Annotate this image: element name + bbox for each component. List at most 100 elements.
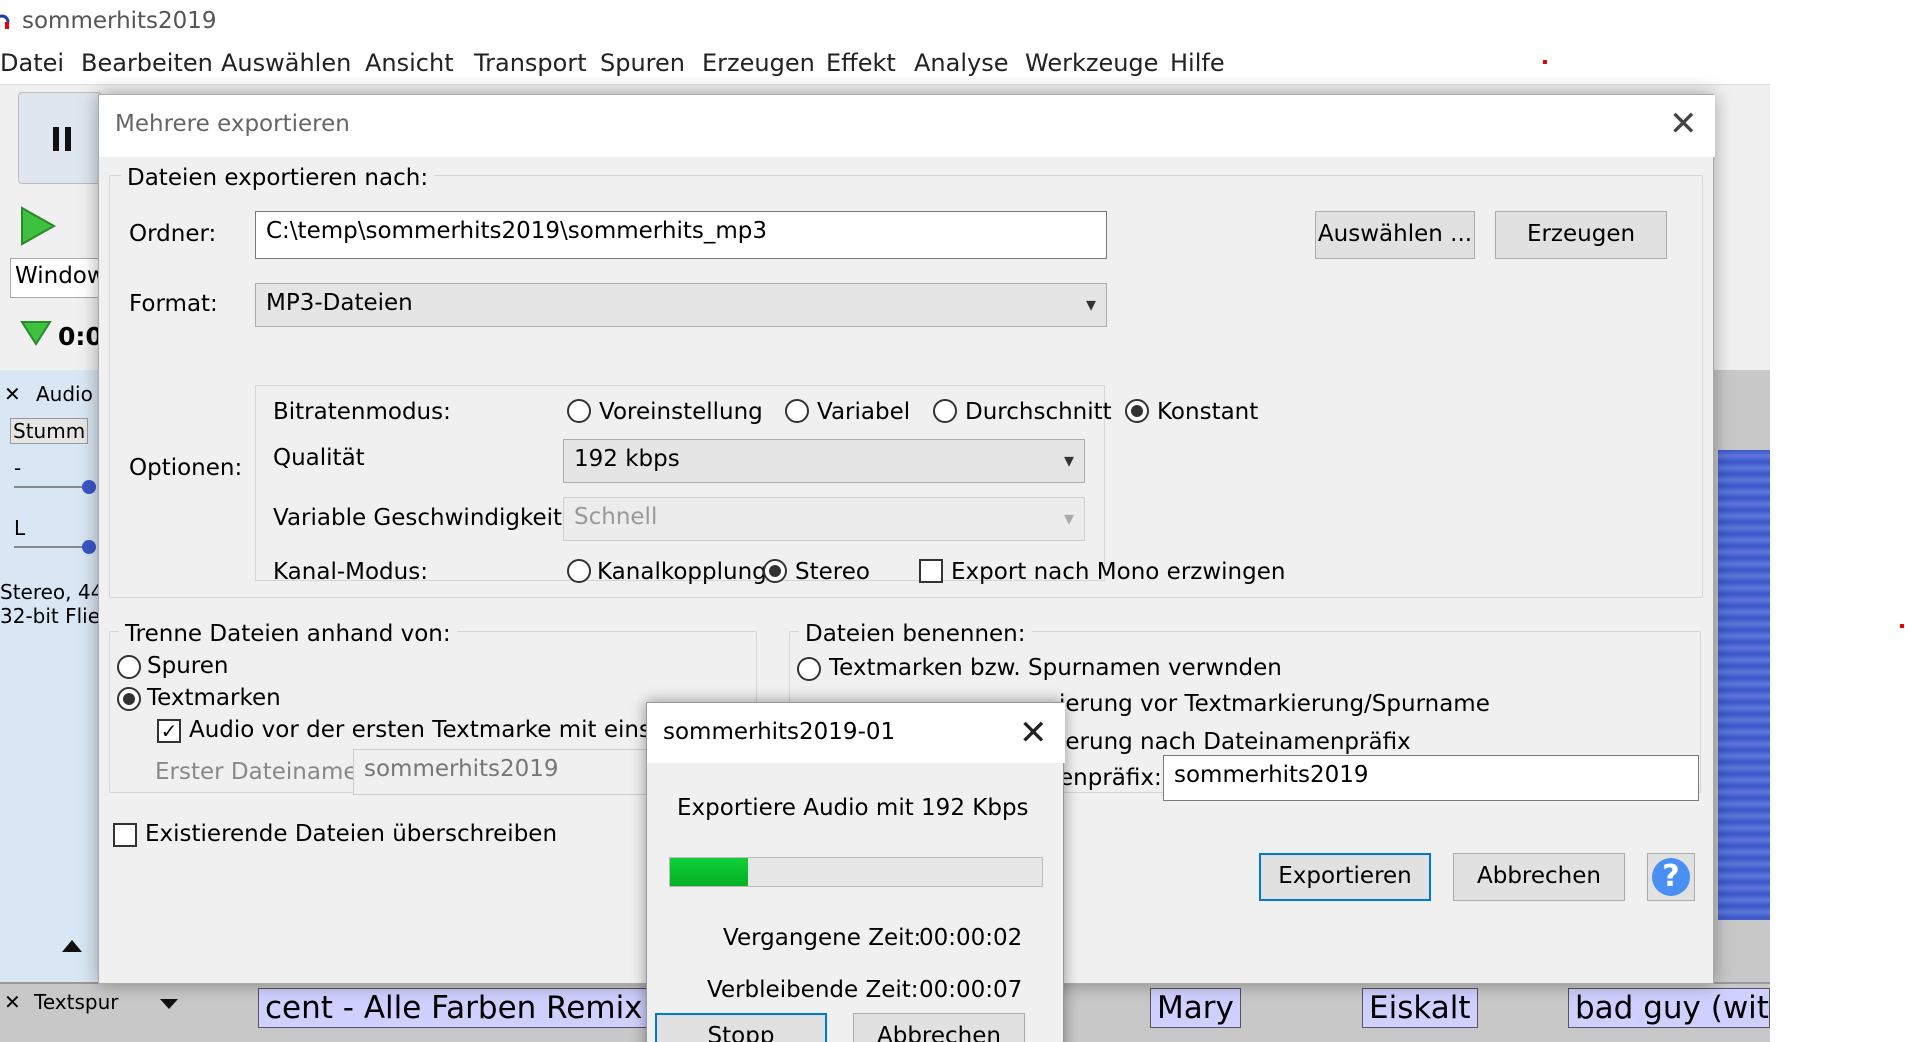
bitrate-constant-radio[interactable] [1125, 399, 1149, 423]
stop-button[interactable]: Stopp [655, 1013, 827, 1042]
chevron-down-icon: ▾ [1063, 448, 1074, 472]
prefix-input[interactable]: sommerhits2019 [1163, 755, 1699, 801]
track-close-icon[interactable]: ✕ [4, 382, 21, 406]
name-by-label-text[interactable]: Textmarken bzw. Spurnamen verwnden [829, 655, 1282, 681]
label-track-menu-icon[interactable] [158, 996, 180, 1015]
choose-folder-button[interactable]: Auswählen ... [1315, 211, 1475, 259]
overwrite-label[interactable]: Existierende Dateien überschreiben [145, 821, 557, 847]
track-label[interactable]: bad guy (with [1568, 988, 1770, 1028]
create-folder-button[interactable]: Erzeugen [1495, 211, 1667, 259]
bitrate-average-radio[interactable] [933, 399, 957, 423]
split-labels-label[interactable]: Textmarken [147, 685, 281, 711]
folder-input[interactable]: C:\temp\sommerhits2019\sommerhits_mp3 [255, 211, 1107, 259]
menu-transport[interactable]: Transport [474, 49, 587, 77]
number-after-prefix-text[interactable]: ierung nach Dateinamenpräfix [1059, 729, 1411, 755]
menu-analyse[interactable]: Analyse [914, 49, 1008, 77]
menu-ansicht[interactable]: Ansicht [365, 49, 454, 77]
track-name[interactable]: Audio [36, 382, 93, 406]
export-to-title: Dateien exportieren nach: [121, 165, 435, 191]
menu-auswaehlen[interactable]: Auswählen [221, 49, 351, 77]
bitrate-average-label[interactable]: Durchschnitt [965, 399, 1112, 425]
quality-label: Qualität [273, 445, 365, 471]
menu-bearbeiten[interactable]: Bearbeiten [81, 49, 213, 77]
split-tracks-radio[interactable] [117, 655, 141, 679]
track-label[interactable]: cent - Alle Farben Remix [258, 988, 650, 1028]
variable-speed-select[interactable]: Schnell ▾ [563, 497, 1085, 541]
export-button[interactable]: Exportieren [1259, 853, 1431, 901]
track-label[interactable]: Mary [1150, 988, 1241, 1028]
joint-stereo-radio[interactable] [567, 559, 591, 583]
options-label: Optionen: [129, 455, 243, 481]
track-label[interactable]: Eiskalt [1362, 988, 1478, 1028]
progress-titlebar: sommerhits2019-01 ✕ [647, 703, 1065, 763]
name-by-label-radio[interactable] [797, 657, 821, 681]
quality-value: 192 kbps [574, 446, 680, 472]
dialog-title: Mehrere exportieren [115, 111, 350, 137]
joint-stereo-label[interactable]: Kanalkopplung [597, 559, 767, 585]
naming-title: Dateien benennen: [799, 621, 1032, 647]
overwrite-checkbox[interactable] [113, 823, 137, 847]
remaining-label: Verbleibende Zeit: [707, 977, 919, 1003]
menu-hilfe[interactable]: Hilfe [1170, 49, 1225, 77]
mute-button[interactable]: Stumm [10, 418, 89, 444]
play-icon [21, 206, 57, 246]
number-before-label-text[interactable]: ierung vor Textmarkierung/Spurname [1059, 691, 1490, 717]
force-mono-checkbox[interactable] [919, 559, 943, 583]
include-audio-label[interactable]: Audio vor der ersten Textmarke mit einsc… [189, 717, 691, 743]
host-dropdown[interactable]: Window [10, 258, 106, 298]
cancel-button[interactable]: Abbrechen [1453, 853, 1625, 901]
bitrate-constant-label[interactable]: Konstant [1157, 399, 1258, 425]
bitrate-preset-label[interactable]: Voreinstellung [599, 399, 763, 425]
menu-spuren[interactable]: Spuren [600, 49, 685, 77]
menu-datei[interactable]: Datei [0, 49, 64, 77]
bitrate-preset-radio[interactable] [567, 399, 591, 423]
bitrate-mode-label: Bitratenmodus: [273, 399, 451, 425]
close-icon[interactable]: ✕ [1669, 107, 1698, 141]
menu-werkzeuge[interactable]: Werkzeuge [1025, 49, 1158, 77]
menu-effekt[interactable]: Effekt [826, 49, 896, 77]
progress-cancel-button[interactable]: Abbrechen [853, 1013, 1025, 1042]
label-track-close-icon[interactable]: ✕ [4, 990, 21, 1014]
split-tracks-label[interactable]: Spuren [147, 653, 228, 679]
pan-slider-thumb[interactable] [82, 540, 96, 554]
gain-label: - [14, 456, 22, 480]
format-select[interactable]: MP3-Dateien ▾ [255, 283, 1107, 327]
stereo-label[interactable]: Stereo [795, 559, 870, 585]
menu-erzeugen[interactable]: Erzeugen [702, 49, 815, 77]
force-mono-label[interactable]: Export nach Mono erzwingen [951, 559, 1285, 585]
gain-slider-thumb[interactable] [82, 480, 96, 494]
progress-message: Exportiere Audio mit 192 Kbps [677, 795, 1029, 821]
red-dot [1543, 60, 1547, 64]
format-value: MP3-Dateien [266, 290, 413, 316]
variable-speed-value: Schnell [574, 504, 658, 530]
elapsed-value: 00:00:02 [919, 925, 1023, 951]
play-button[interactable] [16, 204, 60, 248]
audacity-icon [0, 10, 10, 32]
format-label: Format: [129, 291, 218, 317]
label-track-name[interactable]: Textspur [34, 990, 118, 1014]
split-title: Trenne Dateien anhand von: [119, 621, 457, 647]
track-info-format: Stereo, 44 [0, 580, 104, 604]
record-meter-icon [20, 318, 52, 352]
pan-slider[interactable] [14, 546, 90, 548]
collapse-arrow-icon[interactable] [60, 938, 84, 958]
track-info-bits: 32-bit Flie [0, 604, 101, 628]
help-button[interactable]: ? [1647, 853, 1695, 901]
split-labels-radio[interactable] [117, 687, 141, 711]
channel-mode-label: Kanal-Modus: [273, 559, 428, 585]
close-icon[interactable]: ✕ [1019, 713, 1048, 753]
quality-select[interactable]: 192 kbps ▾ [563, 439, 1085, 483]
include-audio-checkbox[interactable]: ✓ [157, 719, 181, 743]
bitrate-variable-label[interactable]: Variabel [817, 399, 910, 425]
gain-slider[interactable] [14, 486, 90, 488]
pause-button[interactable] [18, 92, 102, 184]
chevron-down-icon: ▾ [1085, 292, 1096, 316]
app-titlebar: sommerhits2019 [0, 0, 1905, 44]
bitrate-variable-radio[interactable] [785, 399, 809, 423]
waveform [1718, 450, 1770, 920]
progress-bar-fill [670, 858, 749, 886]
app-title: sommerhits2019 [22, 8, 217, 34]
track-control-panel: ✕ Audio Stumm - L Stereo, 44 32-bit Flie [0, 370, 103, 990]
timer-readout: 0:0 [58, 322, 103, 351]
stereo-radio[interactable] [763, 559, 787, 583]
